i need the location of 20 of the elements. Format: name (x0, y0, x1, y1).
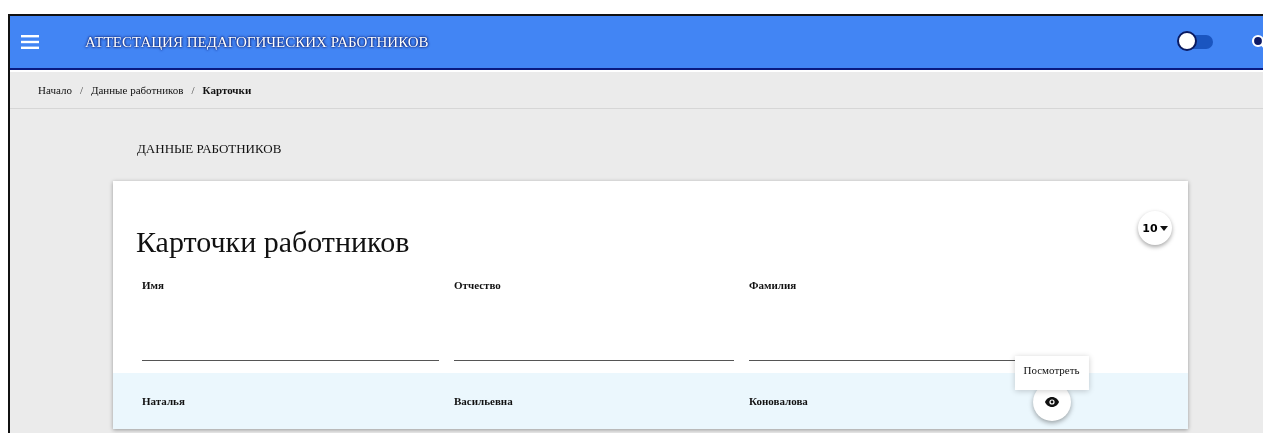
breadcrumb-link[interactable]: Начало (38, 84, 72, 96)
menu-icon[interactable] (21, 35, 39, 49)
table-cell-text: Наталья (142, 395, 186, 407)
search-icon[interactable] (1251, 34, 1263, 50)
breadcrumb-separator: / (79, 84, 83, 96)
breadcrumb-separator: / (191, 84, 195, 96)
table-cell-text: Коновалова (749, 395, 809, 407)
app-title: АТТЕСТАЦИЯ ПЕДАГОГИЧЕСКИХ РАБОТНИКОВ (85, 33, 429, 51)
filter-label: Фамилия (749, 279, 798, 291)
breadcrumb-current: Карточки (202, 84, 252, 96)
page-size-button[interactable]: 10 (1138, 211, 1172, 245)
filter-label: Имя (142, 279, 165, 291)
breadcrumb-link[interactable]: Данные работников (90, 84, 184, 96)
section-title: ДАННЫЕ РАБОТНИКОВ (136, 141, 283, 158)
card-title: Карточки работников (136, 225, 410, 259)
tooltip: Посмотреть (1014, 356, 1089, 390)
caret-icon (1159, 225, 1168, 231)
eye-icon (1044, 397, 1059, 407)
table-cell-text: Васильевна (454, 395, 514, 407)
filter-label: Отчество (454, 279, 502, 291)
